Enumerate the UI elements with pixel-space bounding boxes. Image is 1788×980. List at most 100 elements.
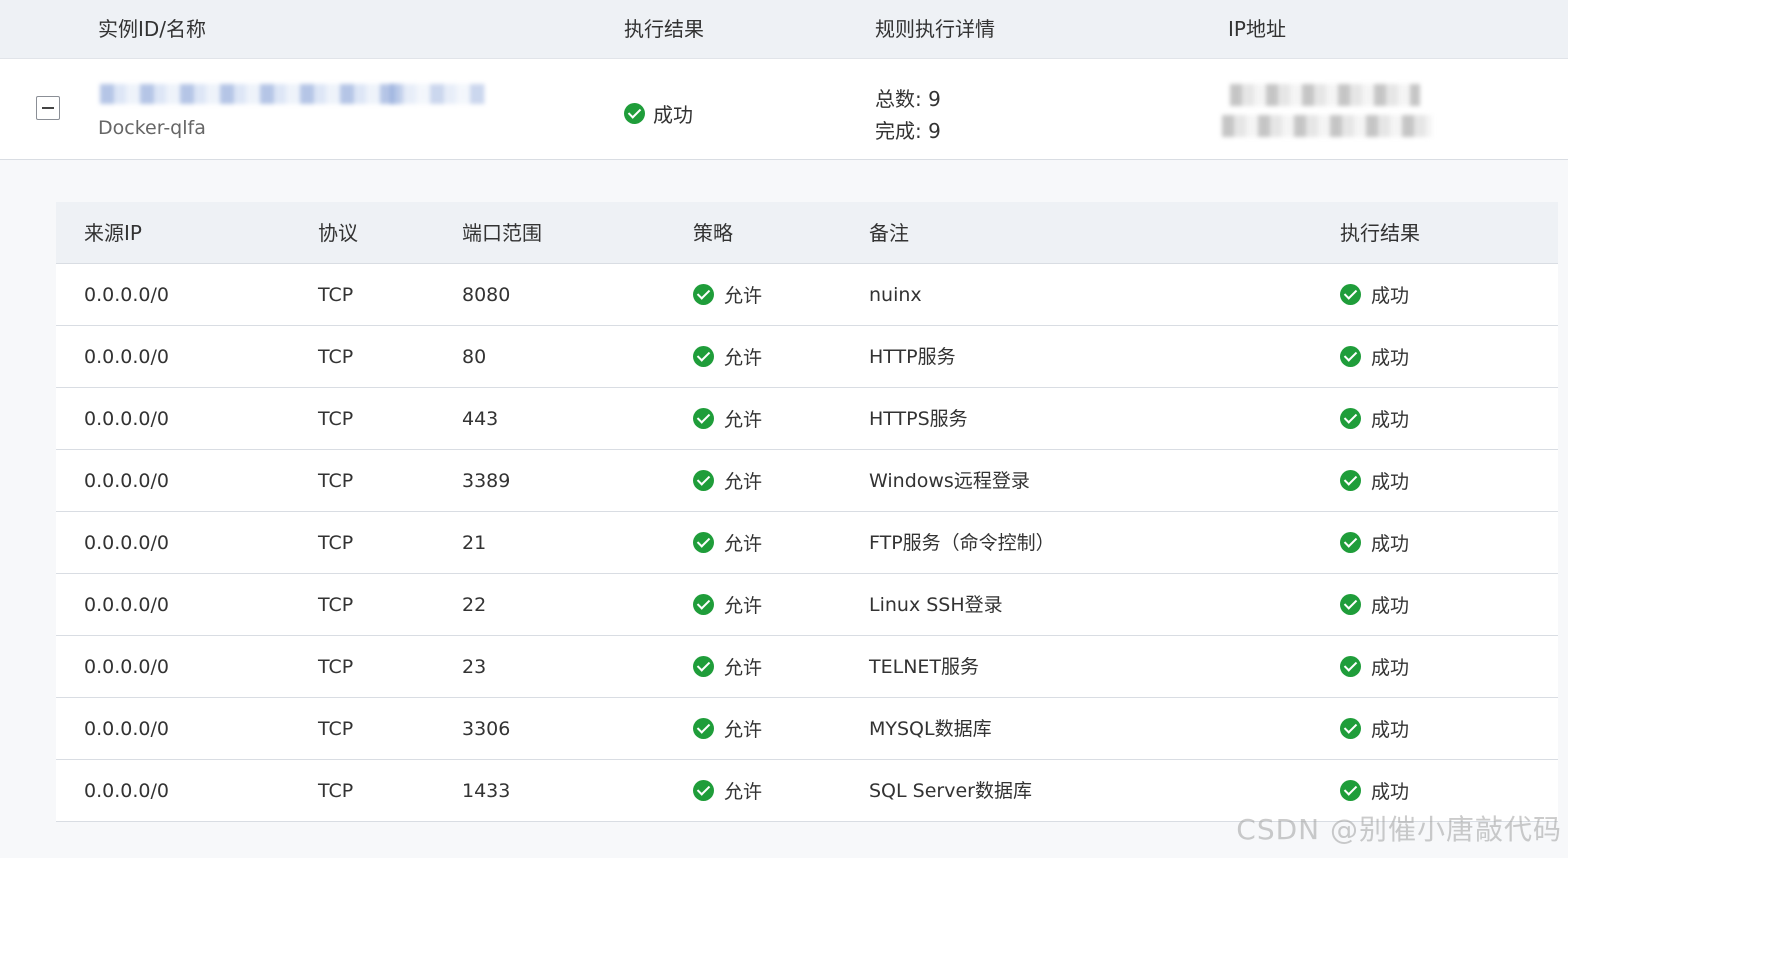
- row-port-range: 3306: [462, 718, 511, 740]
- column-header-note: 备注: [869, 221, 909, 245]
- row-port-range: 23: [462, 656, 487, 678]
- success-check-icon: [1340, 656, 1361, 677]
- success-check-icon: [1340, 470, 1361, 491]
- row-policy: 允许: [693, 450, 762, 511]
- redacted-ip-private: [1222, 115, 1432, 137]
- row-exec-result-text: 成功: [1371, 781, 1410, 803]
- column-header-protocol: 协议: [318, 221, 358, 245]
- row-protocol: TCP: [318, 408, 354, 430]
- row-exec-result-text: 成功: [1371, 595, 1410, 617]
- success-check-icon: [1340, 532, 1361, 553]
- row-exec-result-text: 成功: [1371, 533, 1410, 555]
- row-protocol: TCP: [318, 656, 354, 678]
- row-port-range: 80: [462, 346, 487, 368]
- success-check-icon: [1340, 346, 1361, 367]
- success-check-icon: [693, 532, 714, 553]
- table-row: 0.0.0.0/0 TCP 443 允许 HTTPS服务 成功: [56, 388, 1558, 450]
- row-note: nuinx: [869, 284, 922, 306]
- row-policy: 允许: [693, 264, 762, 325]
- row-policy-text: 允许: [724, 347, 763, 369]
- row-exec-result-text: 成功: [1371, 347, 1410, 369]
- success-check-icon: [693, 780, 714, 801]
- row-port-range: 22: [462, 594, 487, 616]
- row-note: TELNET服务: [869, 656, 980, 678]
- row-policy-text: 允许: [724, 409, 763, 431]
- row-protocol: TCP: [318, 470, 354, 492]
- column-header-result: 执行结果: [624, 17, 704, 41]
- row-exec-result: 成功: [1340, 264, 1409, 325]
- row-policy-text: 允许: [724, 781, 763, 803]
- row-exec-result: 成功: [1340, 574, 1409, 635]
- row-policy: 允许: [693, 636, 762, 697]
- success-check-icon: [1340, 718, 1361, 739]
- row-policy: 允许: [693, 574, 762, 635]
- row-policy-text: 允许: [724, 285, 763, 307]
- row-policy: 允许: [693, 326, 762, 387]
- column-header-source-ip: 来源IP: [84, 221, 142, 245]
- table-row: 0.0.0.0/0 TCP 23 允许 TELNET服务 成功: [56, 636, 1558, 698]
- row-exec-result: 成功: [1340, 636, 1409, 697]
- row-exec-result-text: 成功: [1371, 657, 1410, 679]
- column-header-ip: IP地址: [1228, 17, 1286, 41]
- row-source-ip: 0.0.0.0/0: [84, 780, 169, 802]
- table-row: 0.0.0.0/0 TCP 21 允许 FTP服务（命令控制） 成功: [56, 512, 1558, 574]
- row-policy-text: 允许: [724, 657, 763, 679]
- row-note: HTTP服务: [869, 346, 956, 368]
- row-source-ip: 0.0.0.0/0: [84, 470, 169, 492]
- row-protocol: TCP: [318, 718, 354, 740]
- success-check-icon: [693, 594, 714, 615]
- row-port-range: 1433: [462, 780, 511, 802]
- rule-table: 来源IP 协议 端口范围 策略 备注 执行结果 0.0.0.0/0 TCP 8080…: [56, 202, 1558, 822]
- row-exec-result-text: 成功: [1371, 719, 1410, 741]
- rule-table-body: 0.0.0.0/0 TCP 8080 允许 nuinx 成功 0.0.0.0/0 TCP 80 允…: [56, 264, 1558, 822]
- row-exec-result-text: 成功: [1371, 285, 1410, 307]
- instance-result-status: 成功: [624, 99, 693, 128]
- row-exec-result: 成功: [1340, 698, 1409, 759]
- row-source-ip: 0.0.0.0/0: [84, 656, 169, 678]
- row-policy-text: 允许: [724, 533, 763, 555]
- row-policy-text: 允许: [724, 595, 763, 617]
- row-source-ip: 0.0.0.0/0: [84, 532, 169, 554]
- row-source-ip: 0.0.0.0/0: [84, 594, 169, 616]
- rule-detail-total: 总数: 9: [875, 87, 941, 111]
- row-policy: 允许: [693, 698, 762, 759]
- row-policy: 允许: [693, 760, 762, 821]
- row-policy-text: 允许: [724, 471, 763, 493]
- instance-result-text: 成功: [653, 103, 693, 127]
- column-header-policy: 策略: [693, 221, 733, 245]
- table-row: 0.0.0.0/0 TCP 80 允许 HTTP服务 成功: [56, 326, 1558, 388]
- row-source-ip: 0.0.0.0/0: [84, 284, 169, 306]
- row-exec-result-text: 成功: [1371, 409, 1410, 431]
- row-port-range: 8080: [462, 284, 511, 306]
- row-exec-result: 成功: [1340, 388, 1409, 449]
- row-port-range: 443: [462, 408, 499, 430]
- success-check-icon: [1340, 594, 1361, 615]
- success-check-icon: [693, 718, 714, 739]
- row-port-range: 3389: [462, 470, 511, 492]
- table-row: 0.0.0.0/0 TCP 3306 允许 MYSQL数据库 成功: [56, 698, 1558, 760]
- row-source-ip: 0.0.0.0/0: [84, 346, 169, 368]
- table-row: 0.0.0.0/0 TCP 8080 允许 nuinx 成功: [56, 264, 1558, 326]
- row-policy-text: 允许: [724, 719, 763, 741]
- success-check-icon: [693, 408, 714, 429]
- table-row: 0.0.0.0/0 TCP 3389 允许 Windows远程登录 成功: [56, 450, 1558, 512]
- success-check-icon: [693, 656, 714, 677]
- row-exec-result: 成功: [1340, 326, 1409, 387]
- success-check-icon: [693, 346, 714, 367]
- row-note: Windows远程登录: [869, 470, 1030, 492]
- collapse-toggle-button[interactable]: [36, 96, 60, 120]
- instance-name: Docker-qlfa: [98, 117, 206, 139]
- row-port-range: 21: [462, 532, 487, 554]
- row-policy: 允许: [693, 388, 762, 449]
- table-row: 0.0.0.0/0 TCP 22 允许 Linux SSH登录 成功: [56, 574, 1558, 636]
- expanded-rule-area: 来源IP 协议 端口范围 策略 备注 执行结果 0.0.0.0/0 TCP 8080…: [0, 160, 1568, 858]
- row-protocol: TCP: [318, 594, 354, 616]
- success-check-icon: [1340, 408, 1361, 429]
- column-header-rule-detail: 规则执行详情: [875, 17, 995, 41]
- success-check-icon: [624, 103, 645, 124]
- outer-table-header: 实例ID/名称 执行结果 规则执行详情 IP地址: [0, 0, 1568, 59]
- redacted-instance-id-tail: [390, 84, 485, 104]
- instance-row: Docker-qlfa 成功 总数: 9 完成: 9: [0, 59, 1568, 160]
- row-source-ip: 0.0.0.0/0: [84, 408, 169, 430]
- success-check-icon: [1340, 284, 1361, 305]
